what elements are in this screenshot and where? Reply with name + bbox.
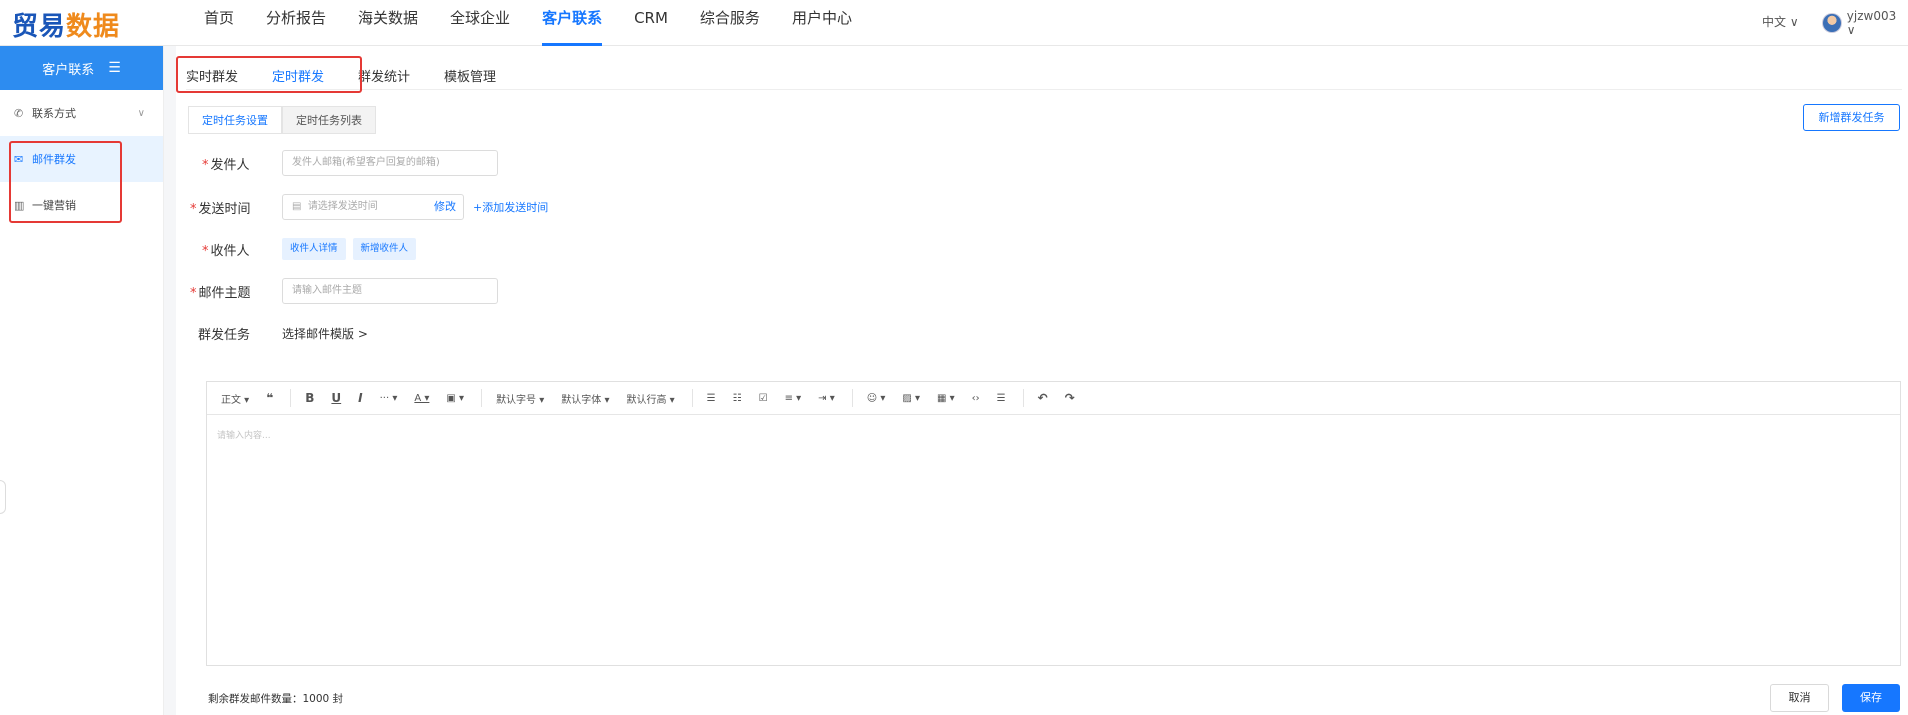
content-gutter [164,46,176,715]
redo-icon[interactable]: ↷ [1065,391,1075,405]
add-recipient-tag[interactable]: 新增收件人 [352,238,417,260]
sidebar-item-label: 联系方式 [32,107,76,120]
nav-analysis-report[interactable]: 分析报告 [250,0,342,46]
sidebar-item-contact-methods[interactable]: ✆ 联系方式 ∨ [0,90,163,136]
subject-label: * 邮件主题 [190,285,251,301]
avatar [1822,13,1842,33]
cancel-button[interactable]: 取消 [1770,684,1829,712]
paragraph-select[interactable]: 正文 ▾ [221,391,249,406]
subtab-task-settings[interactable]: 定时任务设置 [188,106,282,134]
table-icon[interactable]: ▦ ▾ [937,393,955,404]
main-nav: 首页 分析报告 海关数据 全球企业 客户联系 CRM 综合服务 用户中心 [188,0,868,46]
toolbar-divider [851,389,853,407]
numbered-list-icon[interactable]: ☷ [733,393,742,404]
recipient-row: * 收件人 收件人详情 新增收件人 [186,238,423,260]
bold-icon[interactable]: B [305,391,314,405]
divider-icon[interactable]: ☰ [997,393,1006,404]
sidebar-title: 客户联系 [42,62,95,78]
align-icon[interactable]: ≡ ▾ [785,393,802,404]
highlight-box [176,56,362,93]
add-send-time-link[interactable]: +添加发送时间 [473,199,548,215]
sidebar-header: 客户联系 ☰ [0,46,163,90]
nav-home[interactable]: 首页 [188,0,250,46]
new-task-button[interactable]: 新增群发任务 [1803,104,1900,131]
phone-icon: ✆ [14,106,24,120]
code-icon[interactable]: ‹› [972,393,980,404]
indent-icon[interactable]: ⇥ ▾ [818,393,835,404]
template-select-link[interactable]: 选择邮件模版 > [282,325,368,342]
font-family-select[interactable]: 默认字体 ▾ [561,391,609,406]
save-button[interactable]: 保存 [1842,684,1900,712]
chevron-down-icon: ∨ [137,107,145,119]
subject-row: * 邮件主题 请输入邮件主题 [186,278,498,304]
underline-icon[interactable]: U [331,391,341,405]
language-select[interactable]: 中文 ∨ [1762,13,1799,30]
recipient-detail-tag[interactable]: 收件人详情 [282,238,346,260]
email-editor: 正文 ▾ ❝ B U I ··· ▾ A ▾ ▣ ▾ 默认字号 ▾ 默认字体 ▾… [206,381,1901,666]
sender-label: * 发件人 [202,157,250,173]
quote-icon[interactable]: ❝ [266,391,273,405]
toolbar-divider [481,389,483,407]
logo[interactable]: 贸易数据 [12,6,120,43]
nav-customer-contact[interactable]: 客户联系 [526,0,618,46]
tab-template-management[interactable]: 模板管理 [444,60,496,90]
editor-toolbar: 正文 ▾ ❝ B U I ··· ▾ A ▾ ▣ ▾ 默认字号 ▾ 默认字体 ▾… [207,382,1900,415]
send-time-label: * 发送时间 [190,201,251,217]
sender-row: * 发件人 发件人邮箱(希望客户回复的邮箱) [186,150,498,176]
font-color-icon[interactable]: A ▾ [414,393,429,404]
tab-send-statistics[interactable]: 群发统计 [358,60,410,90]
tab-bar: 实时群发 定时群发 群发统计 模板管理 [186,60,1902,90]
background-color-icon[interactable]: ▣ ▾ [446,393,464,404]
recipient-label: * 收件人 [202,243,250,259]
line-height-select[interactable]: 默认行高 ▾ [626,391,674,406]
undo-icon[interactable]: ↶ [1038,391,1048,405]
emoji-icon[interactable]: ☺ ▾ [867,393,886,404]
nav-customs-data[interactable]: 海关数据 [342,0,434,46]
toolbar-divider [1022,389,1024,407]
logo-part2: 数据 [66,12,121,42]
menu-collapse-icon[interactable]: ☰ [108,60,121,76]
subtab-bar: 定时任务设置 定时任务列表 [188,106,376,134]
italic-icon[interactable]: I [358,391,362,405]
edit-time-link[interactable]: 修改 [434,195,456,219]
nav-user-center[interactable]: 用户中心 [776,0,868,46]
task-row: 群发任务 选择邮件模版 > [186,324,368,343]
calendar-icon: ▤ [292,201,302,212]
send-time-input[interactable]: ▤ 请选择发送时间 修改 [282,194,464,220]
nav-global-enterprises[interactable]: 全球企业 [434,0,526,46]
top-nav: 贸易数据 首页 分析报告 海关数据 全球企业 客户联系 CRM 综合服务 用户中… [0,0,1908,46]
nav-crm[interactable]: CRM [618,0,684,46]
bullet-list-icon[interactable]: ☰ [707,393,716,404]
toolbar-divider [691,389,693,407]
nav-integrated-services[interactable]: 综合服务 [684,0,776,46]
remaining-quota-text: 剩余群发邮件数量：1000 封 [208,693,344,705]
toolbar-divider [290,389,292,407]
font-size-select[interactable]: 默认字号 ▾ [496,391,544,406]
sender-input[interactable]: 发件人邮箱(希望客户回复的邮箱) [282,150,498,176]
image-icon[interactable]: ▨ ▾ [902,393,920,404]
logo-part1: 贸易 [12,12,67,42]
subject-input[interactable]: 请输入邮件主题 [282,278,498,304]
send-time-row: * 发送时间 ▤ 请选择发送时间 修改 +添加发送时间 [186,194,548,220]
todo-icon[interactable]: ☑ [759,393,768,404]
user-menu[interactable]: yjzw003 ∨ [1822,9,1908,37]
task-label: 群发任务 [198,328,251,343]
subtab-task-list[interactable]: 定时任务列表 [282,106,376,134]
more-icon[interactable]: ··· ▾ [380,393,398,404]
side-collapse-handle[interactable] [0,480,6,514]
highlight-box [9,141,122,223]
username: yjzw003 ∨ [1846,9,1897,37]
editor-content-area[interactable]: 请输入内容... [207,415,1900,454]
